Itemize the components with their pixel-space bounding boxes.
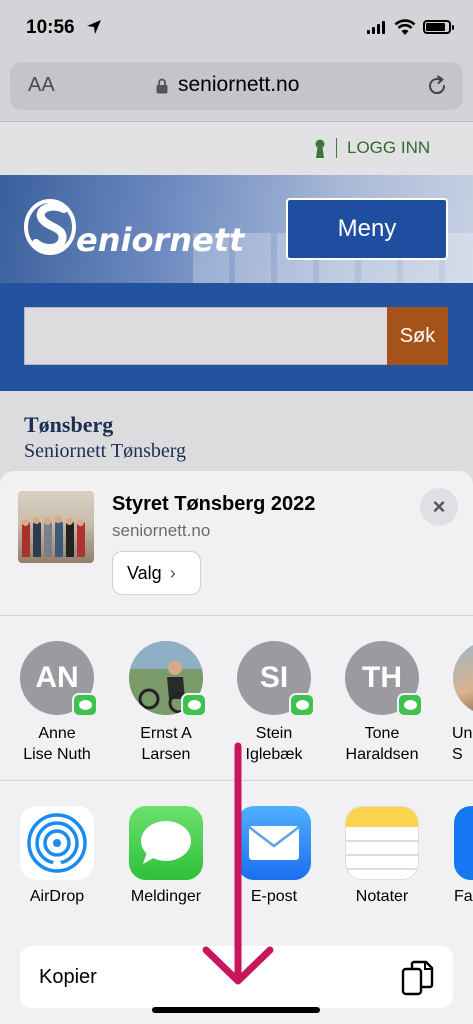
share-thumbnail: [18, 491, 94, 563]
reload-icon[interactable]: [425, 74, 449, 98]
site-banner: eniornett Meny: [0, 175, 473, 283]
messages-badge-icon: [397, 693, 423, 717]
share-app-mail[interactable]: E-post: [224, 806, 324, 906]
contact-name-line1: Tone: [364, 725, 400, 742]
contact-name-line1: Stein: [255, 725, 293, 742]
browser-toolbar: AA seniornett.no: [0, 52, 473, 122]
contact-name-line2: Haraldsen: [345, 746, 419, 763]
address-bar[interactable]: AA seniornett.no: [10, 62, 463, 110]
options-label: Valg: [127, 562, 162, 583]
contact-suggestion[interactable]: Ernst A Larsen: [116, 641, 216, 765]
avatar: SI: [237, 641, 315, 717]
status-time: 10:56: [26, 17, 75, 38]
copy-label: Kopier: [39, 966, 97, 988]
messages-badge-icon: [72, 693, 98, 717]
search-band: Søk: [0, 283, 473, 391]
share-title: Styret Tønsberg 2022: [112, 493, 316, 515]
divider: [0, 615, 473, 616]
messages-badge-icon: [181, 693, 207, 717]
contact-name: Un S: [440, 723, 473, 765]
airdrop-icon: [20, 806, 94, 880]
avatar-photo: [453, 641, 473, 715]
close-button[interactable]: ×: [420, 488, 458, 526]
contact-name: Stein Iglebæk: [224, 723, 324, 765]
page-subtitle: Seniornett Tønsberg: [24, 440, 187, 462]
contact-suggestion[interactable]: SI Stein Iglebæk: [224, 641, 324, 765]
app-label: AirDrop: [29, 888, 85, 905]
copy-action[interactable]: Kopier: [20, 946, 453, 1008]
options-button[interactable]: Valg ›: [112, 551, 201, 595]
contact-name: Anne Lise Nuth: [7, 723, 107, 765]
lock-icon: [156, 78, 168, 94]
divider: [0, 780, 473, 781]
status-bar: 10:56: [0, 0, 473, 52]
home-indicator[interactable]: [152, 1007, 320, 1013]
app-label: Notater: [355, 888, 409, 905]
share-sheet: Styret Tønsberg 2022 seniornett.no Valg …: [0, 471, 473, 1024]
copy-icon: [401, 960, 434, 996]
search-button[interactable]: Søk: [387, 307, 448, 365]
avatar-initials: SI: [259, 661, 289, 694]
avatar: AN: [20, 641, 98, 717]
share-site: seniornett.no: [112, 521, 211, 540]
app-label: E-post: [250, 888, 298, 905]
seniornett-logo-icon[interactable]: [24, 197, 82, 257]
battery-icon: [423, 20, 454, 34]
avatar-initials: AN: [35, 661, 79, 694]
location-arrow-icon: [87, 20, 101, 34]
contact-name-line2: S: [452, 746, 463, 763]
contact-name: Ernst A Larsen: [116, 723, 216, 765]
chevron-right-icon: ›: [169, 562, 176, 583]
text-size-button[interactable]: AA: [28, 74, 55, 97]
contact-suggestion[interactable]: Un S: [440, 641, 473, 765]
app-label: Fac: [454, 888, 473, 905]
cellular-signal-icon: [367, 21, 385, 34]
contact-name: Tone Haraldsen: [332, 723, 432, 765]
page-title: Tønsberg: [24, 412, 114, 437]
avatar-initials: TH: [362, 661, 402, 694]
contact-name-line1: Un: [452, 725, 473, 742]
login-separator: [336, 138, 337, 158]
wifi-icon: [394, 19, 416, 35]
menu-button[interactable]: Meny: [286, 198, 448, 260]
search-input[interactable]: [24, 307, 388, 365]
url-text[interactable]: seniornett.no: [178, 73, 299, 97]
share-app-airdrop[interactable]: AirDrop: [7, 806, 107, 906]
contact-suggestion[interactable]: TH Tone Haraldsen: [332, 641, 432, 765]
contact-name-line1: Anne: [38, 725, 76, 742]
share-app-notes[interactable]: Notater: [332, 806, 432, 906]
app-label: Meldinger: [130, 888, 202, 905]
logo-wordmark[interactable]: eniornett: [76, 221, 244, 259]
key-icon: [315, 139, 325, 158]
web-page: LOGG INN eniornett Meny Søk Tønsberg Sen…: [0, 122, 473, 492]
contact-name-line2: Iglebæk: [245, 746, 303, 763]
login-link[interactable]: LOGG INN: [347, 138, 430, 158]
mail-icon: [237, 806, 311, 880]
contact-name-line1: Ernst A: [140, 725, 192, 742]
messages-icon: [129, 806, 203, 880]
notes-icon: [345, 806, 419, 880]
login-bar: LOGG INN: [0, 122, 473, 175]
avatar: TH: [345, 641, 423, 717]
facebook-icon: [454, 806, 473, 880]
contact-suggestion[interactable]: AN Anne Lise Nuth: [7, 641, 107, 765]
share-app-messages[interactable]: Meldinger: [116, 806, 216, 906]
contact-name-line2: Lise Nuth: [23, 746, 91, 763]
share-app-facebook[interactable]: Fac: [440, 806, 473, 906]
avatar-photo: [129, 641, 207, 717]
messages-badge-icon: [289, 693, 315, 717]
contact-name-line2: Larsen: [141, 746, 191, 763]
